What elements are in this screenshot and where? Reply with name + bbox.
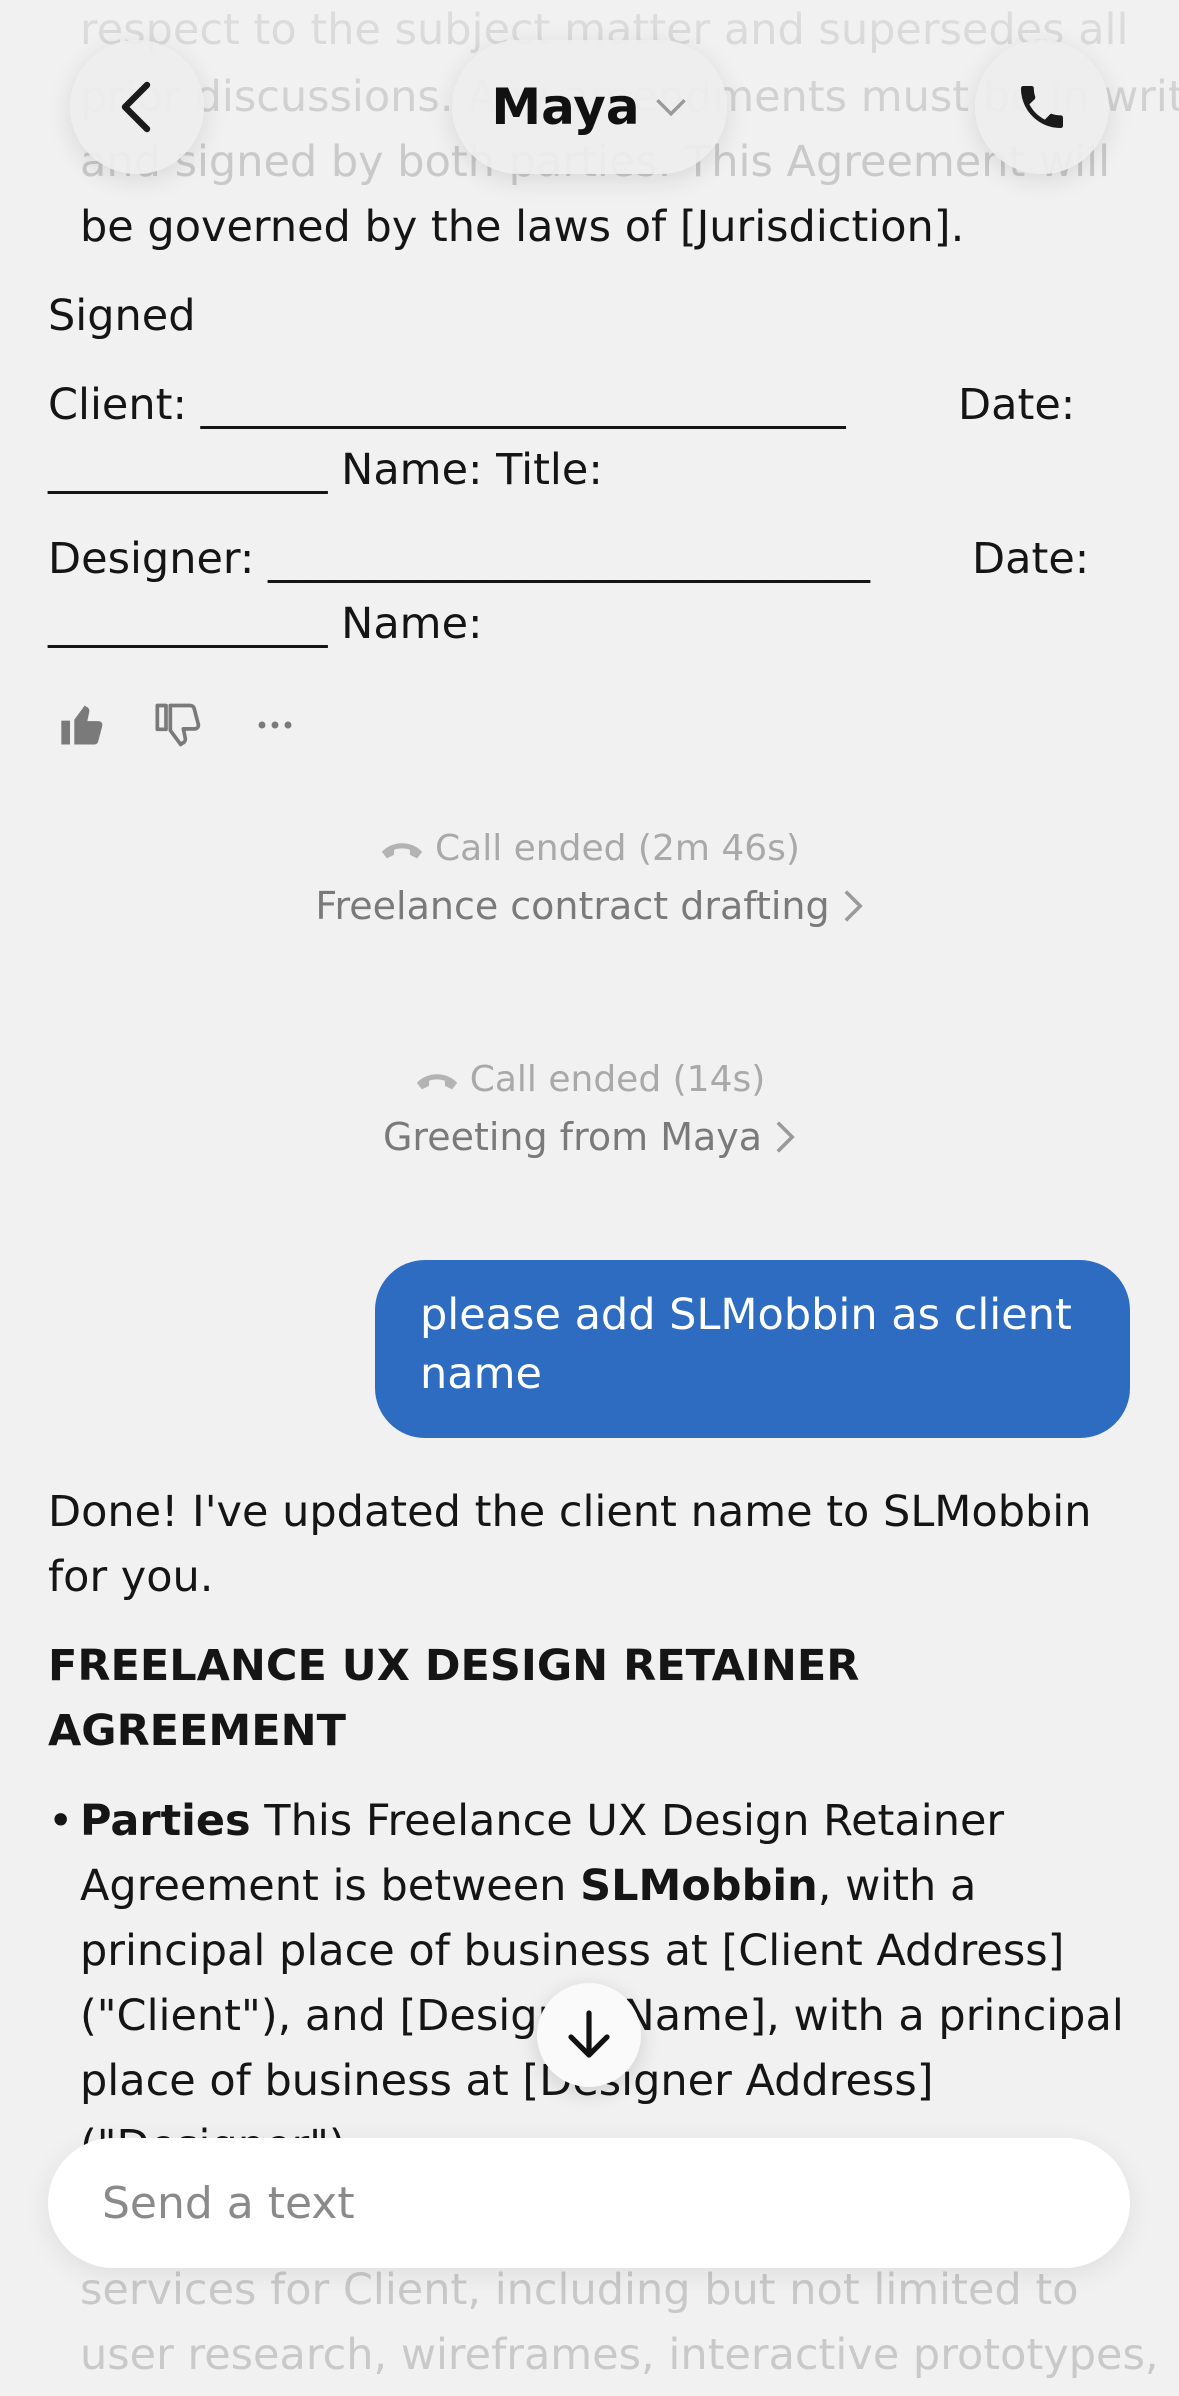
hang-up-icon [381, 842, 423, 858]
call-ended-text: Call ended (2m 46s) [435, 828, 800, 869]
phone-icon [1021, 86, 1063, 128]
signed-label: Signed [48, 291, 196, 341]
paragraph-text: Agreement is between [80, 1861, 581, 1911]
call-button[interactable] [975, 40, 1109, 174]
message-composer[interactable] [48, 2138, 1130, 2268]
agreement-paragraph-line: Parties This Freelance UX Design Retaine… [80, 1789, 1004, 1854]
scroll-to-bottom-button[interactable] [537, 1983, 641, 2087]
agreement-paragraph-line: user research, wireframes, interactive p… [80, 2330, 1159, 2380]
client-name-title-line: _____________ Name: Title: [48, 445, 603, 495]
thumbs-up-icon [61, 705, 103, 745]
hang-up-icon [416, 1073, 457, 1089]
agreement-paragraph-line: Agreement is between SLMobbin, with a [80, 1854, 976, 1919]
designer-date-label: Date: [972, 534, 1090, 584]
chevron-left-icon [121, 81, 151, 133]
thumbs-down-button[interactable] [144, 690, 214, 760]
client-signature-line: Client: ______________________________ [48, 380, 846, 430]
more-options-button[interactable] [240, 690, 310, 760]
agreement-heading: AGREEMENT [48, 1706, 346, 1756]
user-message-line: please add SLMobbin as client [420, 1290, 1072, 1340]
chevron-right-icon [844, 890, 863, 922]
user-message-bubble: please add SLMobbin as client name [375, 1260, 1130, 1438]
client-name-highlight: SLMobbin [580, 1861, 818, 1911]
call-summary-link[interactable]: Greeting from Maya [0, 1115, 1179, 1159]
client-date-label: Date: [958, 380, 1076, 430]
agreement-paragraph-line: principal place of business at [Client A… [80, 1926, 1065, 1976]
call-ended-text: Call ended (14s) [469, 1059, 766, 1100]
call-ended-status: Call ended (2m 46s) [0, 828, 1179, 869]
chevron-right-icon [776, 1121, 795, 1153]
contract-text-line: be governed by the laws of [Jurisdiction… [80, 202, 965, 252]
conversation-title-menu[interactable]: Maya [452, 40, 727, 174]
chat-screen: respect to the subject matter and supers… [0, 0, 1179, 2396]
back-button[interactable] [70, 40, 204, 174]
reply-text-line: for you. [48, 1552, 214, 1602]
call-summary-title: Freelance contract drafting [315, 884, 830, 928]
conversation-title: Maya [491, 78, 640, 136]
more-horizontal-icon [258, 721, 292, 729]
thumbs-down-icon [155, 703, 201, 747]
paragraph-text: , with a [817, 1861, 977, 1911]
agreement-heading: FREELANCE UX DESIGN RETAINER [48, 1641, 860, 1691]
call-summary-link[interactable]: Freelance contract drafting [0, 884, 1179, 928]
chevron-down-icon [655, 98, 686, 117]
thumbs-up-button[interactable] [48, 690, 118, 760]
reply-text-line: Done! I've updated the client name to SL… [48, 1487, 1092, 1537]
designer-name-line: _____________ Name: [48, 599, 483, 649]
paragraph-text: This Freelance UX Design Retainer [250, 1796, 1005, 1846]
call-ended-status: Call ended (14s) [0, 1059, 1179, 1100]
parties-label: Parties [80, 1796, 251, 1846]
message-input[interactable] [100, 2176, 1130, 2230]
agreement-paragraph-line: place of business at [Designer Address] [80, 2056, 934, 2106]
bullet-point: • [48, 1796, 74, 1846]
designer-signature-line: Designer: ____________________________ [48, 534, 870, 584]
user-message-line: name [420, 1349, 542, 1399]
arrow-down-icon [568, 2010, 610, 2058]
call-summary-title: Greeting from Maya [382, 1115, 763, 1159]
